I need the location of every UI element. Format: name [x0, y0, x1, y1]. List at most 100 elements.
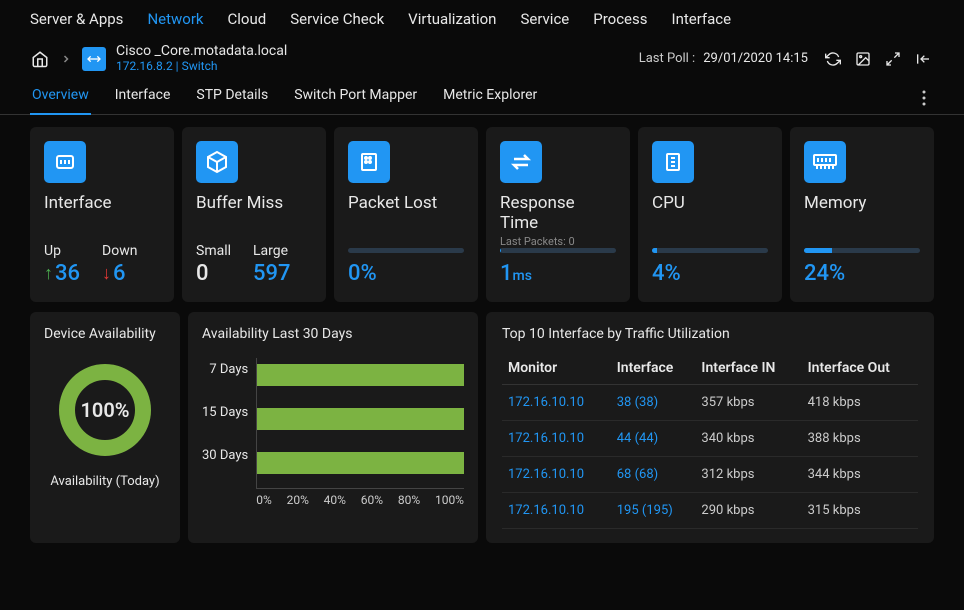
interface-table: Monitor Interface Interface IN Interface…	[502, 352, 918, 529]
chart-bar	[257, 408, 464, 430]
panel-availability-30-days: Availability Last 30 Days 7 Days 15 Days…	[188, 312, 478, 543]
card-title: Response Time	[500, 193, 616, 233]
nav-service-check[interactable]: Service Check	[290, 10, 384, 28]
monitor-link[interactable]: 172.16.10.10	[502, 457, 611, 493]
swap-icon	[500, 141, 542, 183]
sub-tabs: Overview Interface STP Details Switch Po…	[0, 81, 964, 115]
out-value: 418 kbps	[802, 385, 918, 421]
nav-network[interactable]: Network	[147, 10, 203, 28]
panel-title: Device Availability	[44, 326, 166, 342]
last-poll-label: Last Poll :	[639, 51, 696, 66]
nav-server-apps[interactable]: Server & Apps	[30, 10, 123, 28]
card-title: Memory	[804, 193, 920, 213]
up-value: 36	[55, 261, 80, 286]
col-in: Interface IN	[695, 352, 801, 385]
card-title: Interface	[44, 193, 160, 213]
in-value: 340 kbps	[695, 421, 801, 457]
expand-icon[interactable]	[882, 48, 904, 70]
tab-switch-port-mapper[interactable]: Switch Port Mapper	[292, 81, 419, 114]
cpu-icon	[652, 141, 694, 183]
memory-value: 24%	[804, 261, 920, 286]
interface-link[interactable]: 38 (38)	[611, 385, 696, 421]
tab-overview[interactable]: Overview	[30, 81, 91, 115]
card-cpu: CPU 4%	[638, 127, 782, 302]
in-value: 357 kbps	[695, 385, 801, 421]
chevron-right-icon	[60, 53, 72, 65]
small-label: Small	[196, 243, 231, 259]
memory-icon	[804, 141, 846, 183]
tab-metric-explorer[interactable]: Metric Explorer	[441, 81, 539, 114]
interface-icon	[44, 141, 86, 183]
arrow-down-icon: ↓	[102, 263, 111, 284]
nav-interface[interactable]: Interface	[672, 10, 732, 28]
refresh-icon[interactable]	[822, 48, 844, 70]
table-row: 172.16.10.1038 (38)357 kbps418 kbps	[502, 385, 918, 421]
card-title: CPU	[652, 193, 768, 213]
interface-link[interactable]: 195 (195)	[611, 493, 696, 529]
chart-category: 7 Days	[202, 362, 248, 377]
in-value: 312 kbps	[695, 457, 801, 493]
interface-link[interactable]: 44 (44)	[611, 421, 696, 457]
interface-link[interactable]: 68 (68)	[611, 457, 696, 493]
arrow-up-icon: ↑	[44, 263, 53, 284]
down-label: Down	[102, 243, 137, 259]
top-nav: Server & Apps Network Cloud Service Chec…	[0, 0, 964, 38]
panel-top-interfaces: Top 10 Interface by Traffic Utilization …	[486, 312, 934, 543]
chart-bar	[257, 452, 464, 474]
collapse-icon[interactable]	[912, 48, 934, 70]
progress-bar	[348, 248, 464, 253]
large-value: 597	[253, 261, 291, 286]
monitor-link[interactable]: 172.16.10.10	[502, 385, 611, 421]
monitor-link[interactable]: 172.16.10.10	[502, 493, 611, 529]
col-interface: Interface	[611, 352, 696, 385]
small-value: 0	[196, 261, 231, 286]
nav-virtualization[interactable]: Virtualization	[408, 10, 496, 28]
panel-title: Availability Last 30 Days	[202, 326, 464, 342]
tab-interface[interactable]: Interface	[113, 81, 173, 114]
card-subtitle: Last Packets: 0	[500, 235, 616, 248]
home-icon[interactable]	[30, 49, 50, 69]
card-packet-lost: Packet Lost 0%	[334, 127, 478, 302]
table-row: 172.16.10.1068 (68)312 kbps344 kbps	[502, 457, 918, 493]
in-value: 290 kbps	[695, 493, 801, 529]
nav-service[interactable]: Service	[520, 10, 569, 28]
tab-stp-details[interactable]: STP Details	[194, 81, 270, 114]
response-value: 1ms	[500, 261, 616, 286]
progress-bar	[500, 248, 616, 253]
up-label: Up	[44, 243, 80, 259]
table-row: 172.16.10.1044 (44)340 kbps388 kbps	[502, 421, 918, 457]
nav-process[interactable]: Process	[593, 10, 647, 28]
panel-device-availability: Device Availability 100% Availability (T…	[30, 312, 180, 543]
col-out: Interface Out	[802, 352, 918, 385]
availability-chart: 7 Days 15 Days 30 Days 0% 20% 40% 60%	[202, 358, 464, 507]
last-poll-value: 29/01/2020 14:15	[703, 51, 808, 66]
chart-x-axis: 0% 20% 40% 60% 80% 100%	[256, 488, 464, 507]
more-icon[interactable]	[914, 88, 934, 108]
card-response-time: Response Time Last Packets: 0 1ms	[486, 127, 630, 302]
nav-cloud[interactable]: Cloud	[228, 10, 267, 28]
switch-icon	[82, 47, 106, 71]
card-title: Packet Lost	[348, 193, 464, 213]
card-title: Buffer Miss	[196, 193, 312, 213]
card-memory: Memory 24%	[790, 127, 934, 302]
panel-title: Top 10 Interface by Traffic Utilization	[502, 326, 918, 342]
device-subtitle[interactable]: 172.16.8.2 | Switch	[116, 59, 287, 73]
availability-donut: 100%	[55, 360, 155, 460]
table-row: 172.16.10.10195 (195)290 kbps315 kbps	[502, 493, 918, 529]
chart-category: 30 Days	[202, 448, 248, 463]
monitor-link[interactable]: 172.16.10.10	[502, 421, 611, 457]
image-icon[interactable]	[852, 48, 874, 70]
metric-cards: Interface Up ↑36 Down ↓6 Buffer Miss	[30, 127, 934, 302]
packet-value: 0%	[348, 261, 464, 286]
progress-bar	[804, 248, 920, 253]
out-value: 344 kbps	[802, 457, 918, 493]
device-title: Cisco _Core.motadata.local	[116, 44, 287, 59]
chart-category: 15 Days	[202, 405, 248, 420]
card-buffer-miss: Buffer Miss Small 0 Large 597	[182, 127, 326, 302]
down-value: 6	[113, 261, 126, 286]
card-interface: Interface Up ↑36 Down ↓6	[30, 127, 174, 302]
col-monitor: Monitor	[502, 352, 611, 385]
breadcrumb-bar: Cisco _Core.motadata.local 172.16.8.2 | …	[0, 38, 964, 81]
donut-caption: Availability (Today)	[50, 474, 159, 489]
large-label: Large	[253, 243, 291, 259]
